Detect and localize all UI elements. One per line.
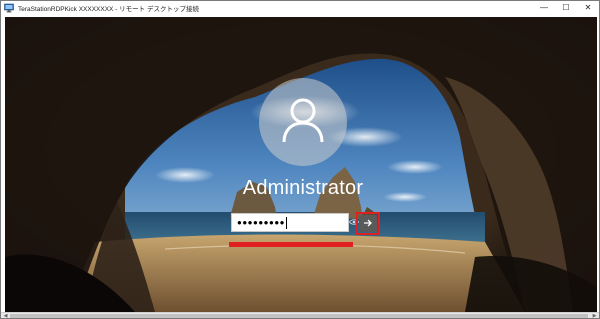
remote-desktop-viewport[interactable]: Administrator ●●●●●●●●● — [5, 17, 597, 312]
arrow-right-icon — [363, 215, 373, 233]
password-field[interactable]: ●●●●●●●●● — [231, 213, 349, 232]
user-silhouette-icon — [280, 96, 326, 149]
password-mask: ●●●●●●●●● — [237, 217, 285, 227]
submit-button[interactable] — [359, 215, 377, 232]
close-button[interactable]: ✕ — [577, 1, 599, 15]
window-title: TeraStationRDPKick XXXXXXXX - リモート デスクトッ… — [18, 6, 199, 13]
scroll-right-icon[interactable]: ▶ — [591, 313, 598, 318]
minimize-button[interactable]: — — [533, 1, 555, 15]
user-avatar — [259, 78, 347, 166]
maximize-button[interactable]: ☐ — [555, 1, 577, 15]
horizontal-scrollbar[interactable]: ◀ ▶ — [1, 312, 599, 318]
account-username: Administrator — [242, 177, 364, 199]
remote-desktop-window: TeraStationRDPKick XXXXXXXX - リモート デスクトッ… — [0, 0, 600, 319]
text-caret — [286, 216, 287, 229]
scroll-left-icon[interactable]: ◀ — [2, 313, 9, 318]
window-controls: — ☐ ✕ — [533, 1, 599, 15]
scrollbar-thumb[interactable] — [10, 314, 588, 318]
remote-desktop-icon — [4, 3, 14, 13]
title-bar[interactable]: TeraStationRDPKick XXXXXXXX - リモート デスクトッ… — [1, 1, 599, 15]
password-annotation-underline — [229, 242, 353, 247]
